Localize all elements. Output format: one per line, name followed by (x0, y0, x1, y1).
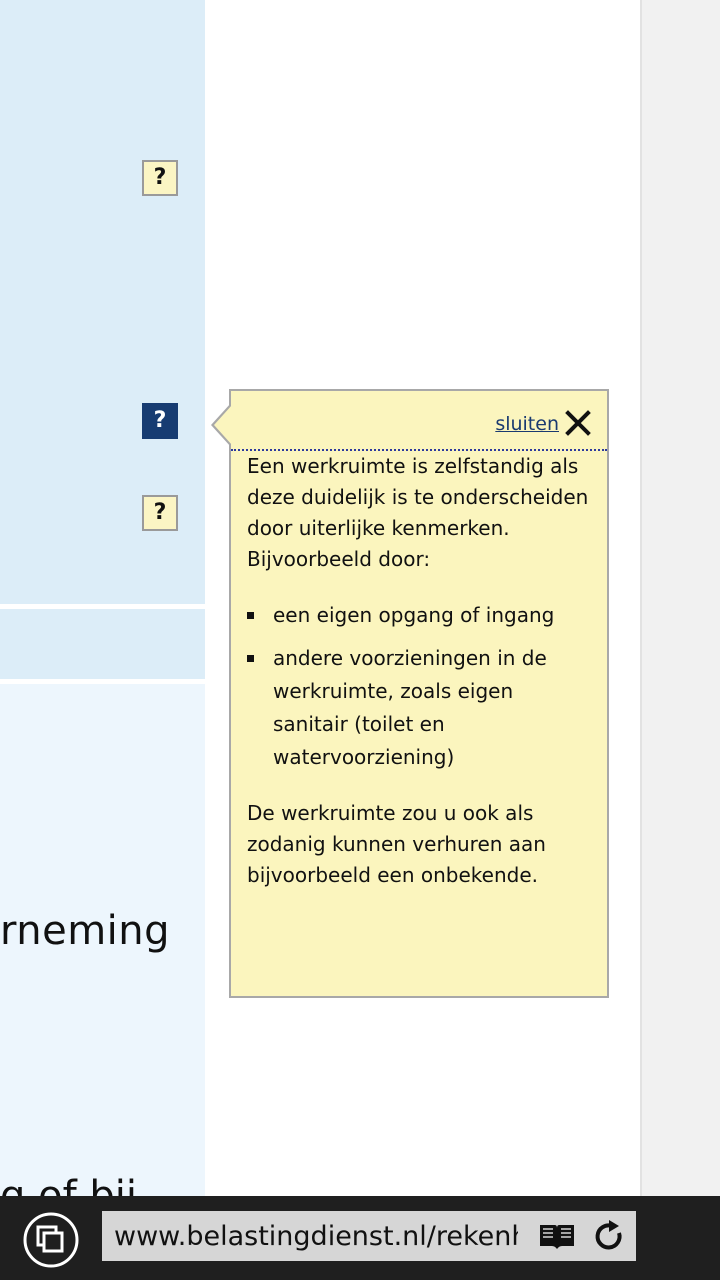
list-item: een eigen opgang of ingang (247, 599, 593, 632)
refresh-icon[interactable] (592, 1219, 626, 1253)
help-button-1[interactable]: ? (142, 160, 178, 196)
tooltip-outro: De werkruimte zou u ook als zodanig kunn… (247, 801, 546, 887)
tooltip-pointer (211, 403, 232, 447)
tooltip-content: Een werkruimte is zelfstandig als deze d… (247, 451, 593, 891)
help-button-2-active[interactable]: ? (142, 403, 178, 439)
partial-label-text-bottom: g of bij (0, 1174, 137, 1196)
bullet-icon (247, 655, 254, 662)
url-text[interactable]: www.belastingdienst.nl/rekenhu (114, 1221, 518, 1252)
browser-bottom-bar: www.belastingdienst.nl/rekenhu (0, 1196, 720, 1280)
partial-label-text: rneming (0, 908, 171, 954)
tooltip-intro: Een werkruimte is zelfstandig als deze d… (247, 454, 589, 571)
list-item-text: een eigen opgang of ingang (273, 603, 555, 627)
reading-view-icon[interactable] (538, 1221, 576, 1251)
list-item-text: andere voorzieningen in de werkruimte, z… (273, 646, 547, 769)
help-button-3[interactable]: ? (142, 495, 178, 531)
close-icon[interactable] (565, 409, 591, 437)
form-panel-middle (0, 609, 205, 679)
bullet-icon (247, 612, 254, 619)
address-bar[interactable]: www.belastingdienst.nl/rekenhu (102, 1211, 636, 1261)
tooltip-header: sluiten (231, 391, 607, 451)
help-tooltip: sluiten Een werkruimte is zelfstandig al… (211, 389, 609, 998)
tooltip-bullet-list: een eigen opgang of ingang andere voorzi… (247, 599, 593, 774)
close-link[interactable]: sluiten (495, 413, 559, 435)
tabs-icon[interactable] (22, 1211, 80, 1269)
page-right-gutter (640, 0, 720, 1196)
list-item: andere voorzieningen in de werkruimte, z… (247, 642, 593, 774)
